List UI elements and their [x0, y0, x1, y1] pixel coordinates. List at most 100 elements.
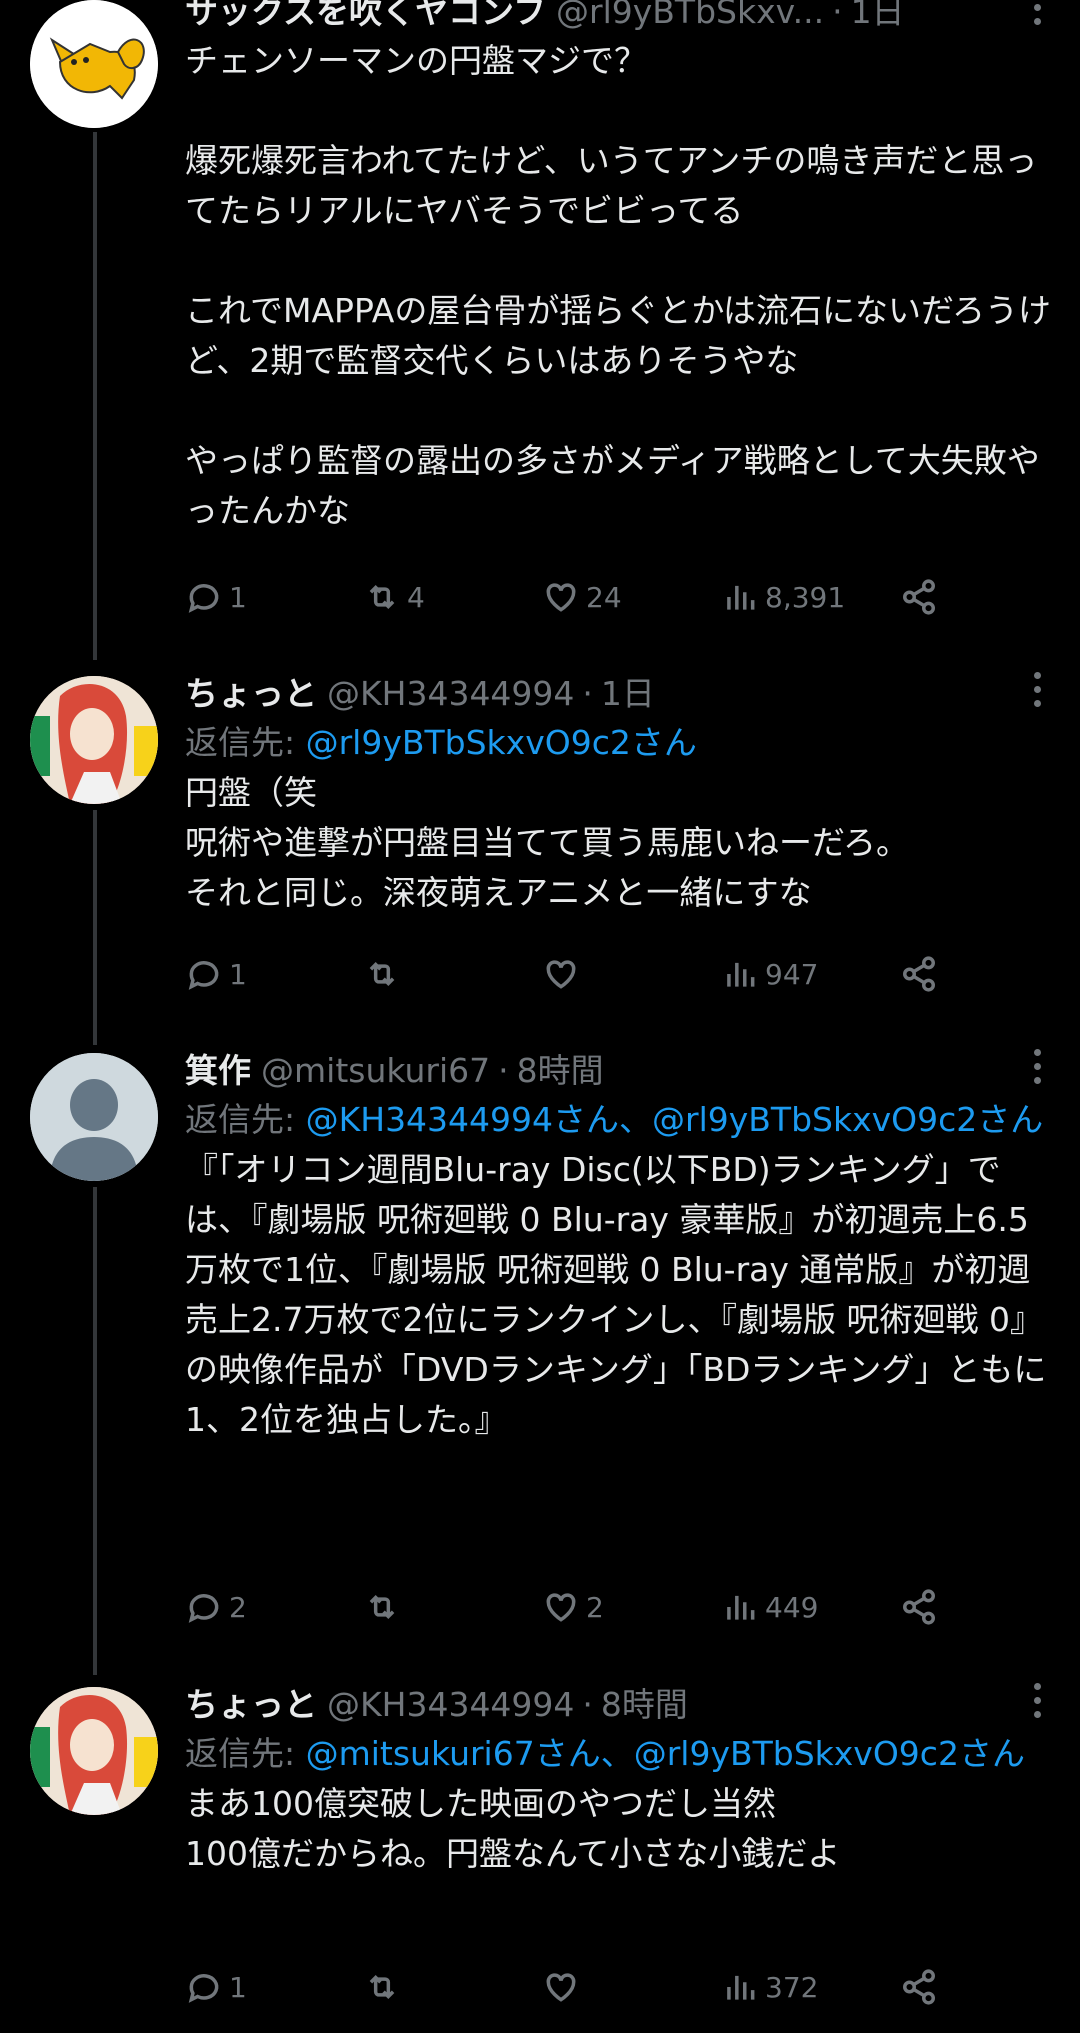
like-count: 2 [586, 1590, 604, 1624]
views-icon [727, 1975, 755, 2000]
retweet-button[interactable] [363, 1588, 407, 1626]
display-name[interactable]: ちょっと [185, 1681, 317, 1729]
reply-button[interactable]: 2 [185, 1588, 247, 1626]
views-button[interactable]: 947 [721, 955, 818, 993]
action-bar: 1 372 [185, 1965, 945, 2009]
tweet-text: まあ100億突破した映画のやつだし当然 100億だからね。円盤なんて小さな小銭だ… [185, 1784, 841, 1873]
retweet-count: 4 [407, 580, 425, 614]
tweet-header: サックスを吹くヤコンフ @rl9yBTbSkxv... · 1日 [185, 0, 1060, 36]
tweet-text: 円盤（笑 呪術や進撃が円盤目当てて買う馬鹿いねーだろ。 それと同じ。深夜萌えアニ… [185, 773, 910, 912]
separator-dot: · [498, 1051, 509, 1090]
display-name[interactable]: ちょっと [185, 670, 317, 718]
anime-avatar-image [30, 676, 158, 804]
reply-button[interactable]: 1 [185, 955, 247, 993]
view-count: 8,391 [765, 580, 846, 614]
share-button[interactable] [900, 1968, 938, 2006]
fox-avatar-image [30, 0, 158, 128]
like-button[interactable]: 24 [542, 578, 622, 616]
reply-count: 1 [229, 1970, 247, 2004]
thread-line [93, 132, 97, 660]
thread-line [93, 1187, 97, 1675]
like-icon [546, 960, 576, 989]
retweet-icon [369, 1975, 395, 1999]
retweet-icon [369, 962, 395, 986]
more-icon[interactable] [1032, 1049, 1042, 1084]
reply-count: 1 [229, 580, 247, 614]
tweet[interactable]: ちょっと @KH34344994 · 8時間 返信先: @mitsukuri67… [0, 1675, 1080, 2033]
thread-line [93, 810, 97, 1045]
tweet-text: 『「オリコン週間Blu-ray Disc(以下BD)ランキング」では、『劇場版 … [185, 1150, 1047, 1439]
separator-dot: · [582, 1685, 593, 1724]
reply-count: 2 [229, 1590, 247, 1624]
share-icon [903, 1589, 935, 1625]
timestamp[interactable]: 8時間 [517, 1047, 604, 1095]
retweet-button[interactable]: 4 [363, 578, 425, 616]
reply-context: 返信先: @rl9yBTbSkxvO9c2さん [185, 718, 1060, 768]
action-bar: 1 947 [185, 952, 945, 996]
separator-dot: · [832, 0, 843, 31]
reply-icon [188, 961, 219, 990]
more-icon[interactable] [1032, 1683, 1042, 1718]
avatar[interactable] [30, 676, 158, 804]
avatar[interactable] [30, 1053, 158, 1181]
retweet-button[interactable] [363, 1968, 407, 2006]
reply-mentions[interactable]: @rl9yBTbSkxvO9c2さん [306, 723, 697, 762]
reply-mentions[interactable]: @mitsukuri67さん、@rl9yBTbSkxvO9c2さん [306, 1734, 1025, 1773]
like-button[interactable]: 2 [542, 1588, 604, 1626]
share-button[interactable] [900, 578, 938, 616]
reply-icon [188, 584, 219, 613]
reply-icon [188, 1974, 219, 2003]
reply-prefix: 返信先: [185, 1100, 306, 1139]
share-button[interactable] [900, 955, 938, 993]
user-handle[interactable]: @KH34344994 [327, 1681, 574, 1729]
tweet[interactable]: ちょっと @KH34344994 · 1日 返信先: @rl9yBTbSkxvO… [0, 660, 1080, 1045]
view-count: 372 [765, 1970, 819, 2004]
reply-icon [188, 1594, 219, 1623]
retweet-button[interactable] [363, 955, 407, 993]
tweet[interactable]: 箕作 @mitsukuri67 · 8時間 返信先: @KH34344994さん… [0, 1045, 1080, 1675]
share-icon [903, 579, 935, 615]
separator-dot: · [582, 674, 593, 713]
more-icon[interactable] [1032, 672, 1042, 707]
avatar[interactable] [30, 0, 158, 128]
views-button[interactable]: 372 [721, 1968, 818, 2006]
more-icon[interactable] [1032, 0, 1042, 25]
tweet[interactable]: サックスを吹くヤコンフ @rl9yBTbSkxv... · 1日 チェンソーマン… [0, 0, 1080, 660]
like-button[interactable] [542, 955, 586, 993]
share-icon [903, 956, 935, 992]
timestamp[interactable]: 1日 [851, 0, 905, 36]
view-count: 449 [765, 1590, 819, 1624]
tweet-header: ちょっと @KH34344994 · 8時間 [185, 1681, 1060, 1729]
reply-prefix: 返信先: [185, 1734, 306, 1773]
retweet-icon [369, 1595, 395, 1619]
views-button[interactable]: 8,391 [721, 578, 845, 616]
display-name[interactable]: 箕作 [185, 1047, 251, 1095]
views-icon [727, 585, 755, 610]
user-handle[interactable]: @rl9yBTbSkxv... [556, 0, 824, 36]
display-name[interactable]: サックスを吹くヤコンフ [185, 0, 546, 36]
views-icon [727, 962, 755, 987]
reply-button[interactable]: 1 [185, 1968, 247, 2006]
views-icon [727, 1595, 755, 1620]
user-handle[interactable]: @KH34344994 [327, 670, 574, 718]
share-icon [903, 1969, 935, 2005]
action-bar: 1 4 24 8,391 [185, 575, 945, 619]
share-button[interactable] [900, 1588, 938, 1626]
reply-mentions[interactable]: @KH34344994さん、@rl9yBTbSkxvO9c2さん [306, 1100, 1044, 1139]
timestamp[interactable]: 1日 [601, 670, 655, 718]
reply-button[interactable]: 1 [185, 578, 247, 616]
avatar[interactable] [30, 1687, 158, 1815]
action-bar: 2 2 449 [185, 1585, 945, 1629]
reply-prefix: 返信先: [185, 723, 306, 762]
like-icon [546, 583, 576, 612]
like-icon [546, 1973, 576, 2002]
tweet-header: ちょっと @KH34344994 · 1日 [185, 670, 1060, 718]
default-avatar-image [30, 1053, 158, 1181]
tweet-header: 箕作 @mitsukuri67 · 8時間 [185, 1047, 1060, 1095]
like-button[interactable] [542, 1968, 586, 2006]
user-handle[interactable]: @mitsukuri67 [261, 1047, 490, 1095]
like-icon [546, 1593, 576, 1622]
timestamp[interactable]: 8時間 [601, 1681, 688, 1729]
tweet-text: チェンソーマンの円盤マジで？ 爆死爆死言われてたけど、いうてアンチの鳴き声だと思… [185, 41, 1052, 530]
views-button[interactable]: 449 [721, 1588, 818, 1626]
